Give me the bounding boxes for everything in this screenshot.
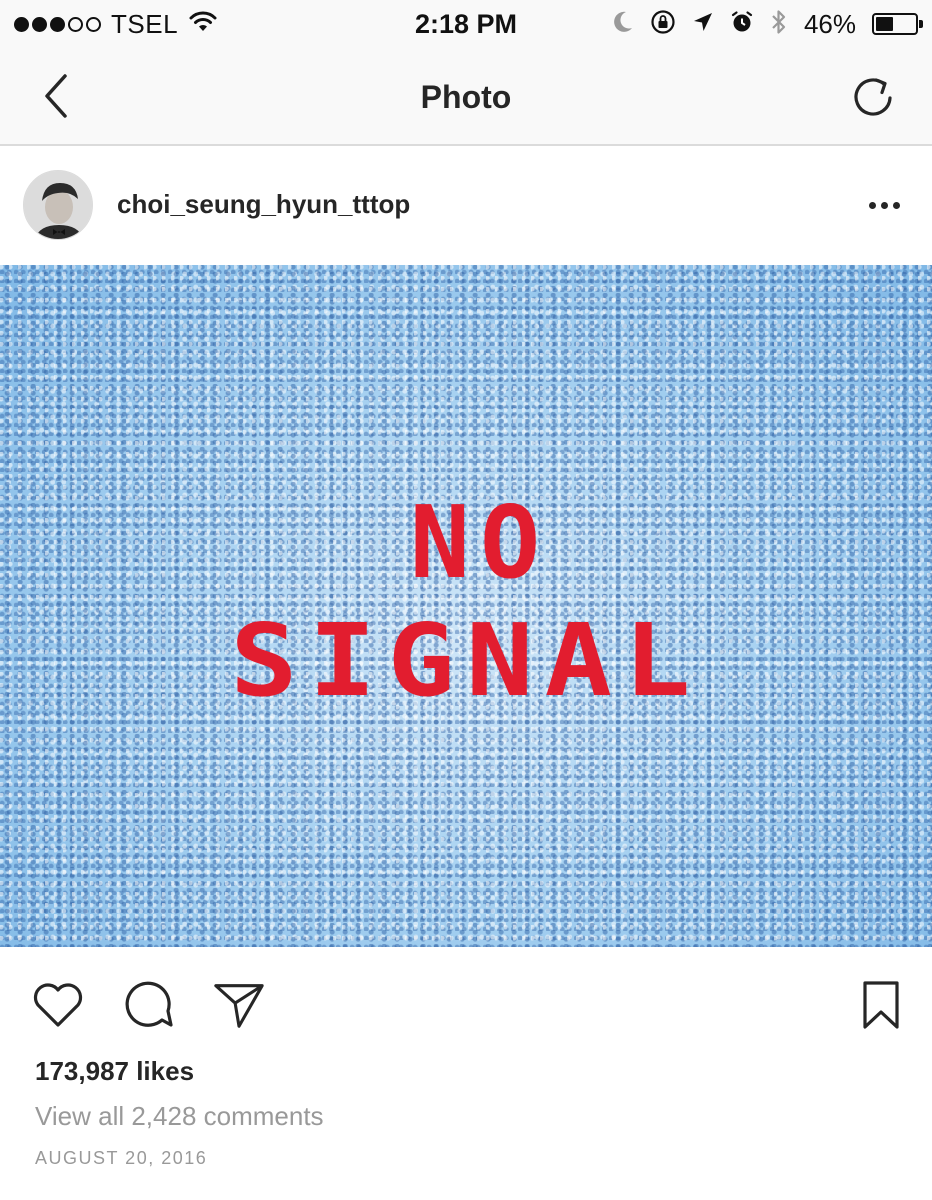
save-button[interactable] bbox=[854, 978, 908, 1032]
moon-icon bbox=[612, 10, 634, 39]
photo-text-line2: SIGNAL bbox=[230, 602, 702, 719]
likes-count[interactable]: 173,987 likes bbox=[35, 1055, 194, 1087]
page-title: Photo bbox=[420, 79, 512, 115]
nav-bar: Photo bbox=[0, 48, 932, 146]
status-right: 46% bbox=[612, 8, 923, 41]
action-bar bbox=[0, 948, 932, 1058]
orientation-lock-icon bbox=[650, 9, 676, 40]
refresh-button[interactable] bbox=[846, 68, 902, 124]
battery-icon bbox=[872, 13, 923, 35]
share-icon bbox=[214, 984, 264, 1028]
like-button[interactable] bbox=[31, 978, 85, 1032]
post-date: AUGUST 20, 2016 bbox=[35, 1148, 208, 1168]
post-header: choi_seung_hyun_tttop bbox=[0, 146, 932, 264]
heart-icon bbox=[33, 983, 83, 1027]
status-bar: TSEL 2:18 PM 46% bbox=[0, 0, 932, 48]
view-comments-link[interactable]: View all 2,428 comments bbox=[35, 1100, 324, 1132]
photo-content: NO SIGNAL bbox=[0, 265, 932, 947]
refresh-icon bbox=[854, 78, 892, 116]
bluetooth-icon bbox=[770, 8, 788, 41]
more-dots-icon bbox=[868, 201, 876, 209]
post-photo[interactable]: NO SIGNAL bbox=[0, 265, 932, 947]
bookmark-icon bbox=[863, 981, 899, 1029]
photo-text-line1: NO bbox=[409, 484, 551, 601]
location-arrow-icon bbox=[692, 11, 714, 38]
post-username[interactable]: choi_seung_hyun_tttop bbox=[117, 188, 410, 220]
share-button[interactable] bbox=[212, 978, 266, 1032]
comment-icon bbox=[125, 981, 173, 1027]
avatar[interactable] bbox=[23, 170, 93, 240]
comment-button[interactable] bbox=[122, 978, 176, 1032]
more-options-button[interactable] bbox=[864, 188, 904, 222]
battery-percent: 46% bbox=[803, 8, 856, 39]
alarm-icon bbox=[730, 10, 754, 39]
